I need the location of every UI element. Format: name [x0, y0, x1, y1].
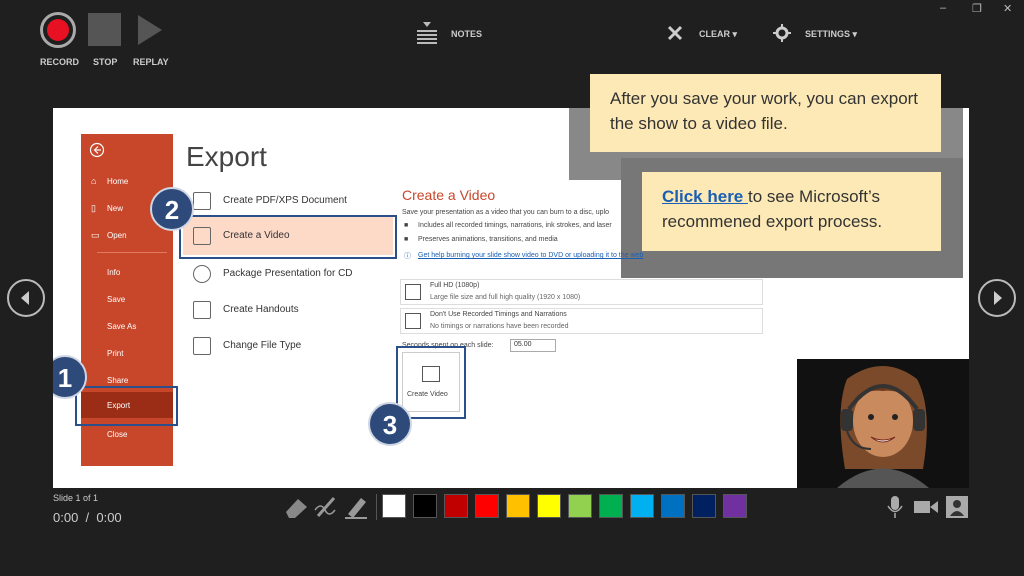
pen-icon[interactable]: [313, 494, 339, 520]
option-create-pdf[interactable]: Create PDF/XPS Document: [223, 195, 347, 206]
timings-icon: [405, 313, 421, 329]
handouts-icon: [193, 301, 211, 319]
replay-button[interactable]: [136, 13, 164, 47]
color-swatch-red[interactable]: [475, 494, 499, 518]
highlight-box-export: [75, 386, 178, 426]
minimize-button[interactable]: –: [940, 2, 946, 14]
microphone-icon[interactable]: [886, 495, 904, 519]
camera-icon[interactable]: [913, 498, 939, 516]
color-swatch-light-blue[interactable]: [630, 494, 654, 518]
color-swatch-blue[interactable]: [661, 494, 685, 518]
slide-counter: Slide 1 of 1: [53, 493, 99, 503]
panel-heading: Create a Video: [402, 187, 496, 203]
open-icon: ▭: [91, 230, 100, 240]
color-swatch-white[interactable]: [382, 494, 406, 518]
toolbar-divider: [376, 494, 377, 520]
callout-bottom: Click here to see Microsoft’s recommened…: [642, 172, 941, 251]
microsoft-export-link[interactable]: Click here: [662, 187, 748, 206]
settings-button[interactable]: SETTINGS ▾: [805, 29, 857, 40]
restore-button[interactable]: ❐: [972, 2, 982, 15]
eraser-icon[interactable]: [283, 494, 309, 520]
callout-top: After you save your work, you can export…: [590, 74, 941, 152]
quality-description: Large file size and full high quality (1…: [430, 294, 581, 301]
backstage-item-save[interactable]: Save: [107, 295, 125, 304]
stop-label: STOP: [93, 57, 118, 67]
quality-dropdown[interactable]: Full HD (1080p) Large file size and full…: [400, 279, 763, 305]
record-button[interactable]: [40, 12, 76, 48]
previous-slide-button[interactable]: [7, 279, 45, 317]
option-package-cd[interactable]: Package Presentation for CD: [223, 268, 353, 279]
monitor-icon: [405, 284, 421, 300]
timings-description: No timings or narrations have been recor…: [430, 323, 569, 330]
next-slide-button[interactable]: [978, 279, 1016, 317]
clear-button[interactable]: CLEAR ▾: [699, 29, 737, 40]
close-window-button[interactable]: ✕: [1003, 2, 1012, 15]
panel-bullet: Preserves animations, transitions, and m…: [418, 236, 558, 243]
camera-preview: [797, 359, 969, 488]
settings-icon[interactable]: [773, 24, 791, 42]
clear-icon[interactable]: [667, 25, 683, 41]
panel-description: Save your presentation as a video that y…: [402, 209, 610, 216]
panel-bullet: Includes all recorded timings, narration…: [418, 222, 612, 229]
bullet-marker: ■: [404, 222, 409, 229]
highlighter-icon[interactable]: [343, 494, 369, 520]
seconds-input[interactable]: 05.00: [510, 339, 556, 352]
replay-label: REPLAY: [133, 57, 169, 67]
record-icon: [40, 12, 76, 48]
option-change-file-type[interactable]: Change File Type: [223, 340, 301, 351]
color-swatch-orange[interactable]: [506, 494, 530, 518]
home-icon: ⌂: [91, 176, 97, 186]
stop-button[interactable]: [88, 13, 121, 46]
chevron-left-icon: [21, 291, 29, 305]
bullet-marker: ■: [404, 236, 409, 243]
back-arrow-icon[interactable]: [89, 142, 105, 158]
backstage-item-close[interactable]: Close: [107, 430, 127, 439]
notes-button[interactable]: NOTES: [451, 29, 482, 39]
color-swatch-dark-red[interactable]: [444, 494, 468, 518]
color-swatch-black[interactable]: [413, 494, 437, 518]
pdf-icon: [193, 192, 211, 210]
backstage-item-open[interactable]: Open: [107, 231, 127, 240]
color-swatch-green[interactable]: [599, 494, 623, 518]
step-badge-3: 3: [368, 402, 412, 446]
help-icon: ⓘ: [404, 253, 411, 260]
notes-icon[interactable]: [416, 22, 438, 44]
color-swatch-yellow[interactable]: [537, 494, 561, 518]
color-swatch-purple[interactable]: [723, 494, 747, 518]
timings-dropdown[interactable]: Don't Use Recorded Timings and Narration…: [400, 308, 763, 334]
chevron-right-icon: [994, 291, 1002, 305]
menu-divider: [97, 252, 167, 253]
quality-title: Full HD (1080p): [430, 282, 480, 289]
page-title: Export: [186, 141, 267, 172]
slide-canvas: ⌂ Home ▯ New ▭ Open Info Save Save As Pr…: [53, 108, 969, 488]
camera-preview-icon[interactable]: [946, 496, 968, 518]
backstage-item-info[interactable]: Info: [107, 268, 120, 277]
backstage-item-home[interactable]: Home: [107, 177, 128, 186]
backstage-item-new[interactable]: New: [107, 204, 123, 213]
highlight-box-create-video: [179, 215, 397, 259]
highlight-box-create-button: [396, 346, 466, 419]
option-create-handouts[interactable]: Create Handouts: [223, 304, 299, 315]
change-file-type-icon: [193, 337, 211, 355]
color-swatch-dark-blue[interactable]: [692, 494, 716, 518]
backstage-item-share[interactable]: Share: [107, 376, 128, 385]
new-icon: ▯: [91, 203, 96, 213]
timings-title: Don't Use Recorded Timings and Narration…: [430, 311, 567, 318]
record-label: RECORD: [40, 57, 80, 67]
help-link[interactable]: Get help burning your slide show video t…: [418, 252, 643, 259]
step-badge-2: 2: [150, 187, 194, 231]
backstage-item-save-as[interactable]: Save As: [107, 322, 136, 331]
avatar: [837, 366, 929, 488]
recording-timer: 0:00 / 0:00: [53, 510, 122, 525]
seconds-value: 05.00: [514, 341, 532, 348]
backstage-item-print[interactable]: Print: [107, 349, 123, 358]
cd-icon: [193, 265, 211, 283]
color-swatch-light-green[interactable]: [568, 494, 592, 518]
